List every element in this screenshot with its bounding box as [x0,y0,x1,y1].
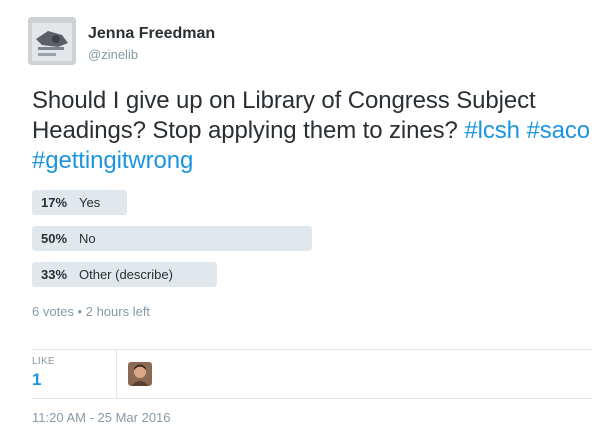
poll-option-percent: 33% [41,267,68,282]
poll-option: 17% Yes [32,190,592,215]
poll-option-label: 17% Yes [41,195,100,210]
stats-bottom-divider [32,398,592,399]
author-handle[interactable]: @zinelib [88,47,138,62]
poll-vote-count: 6 votes [32,304,74,319]
poll-option-label: 33% Other (describe) [41,267,173,282]
tweet-body-text: Should I give up on Library of Congress … [32,87,536,144]
poll-option-text: No [79,231,96,246]
poll: 17% Yes 50% No 33% Other (describe) [32,190,592,298]
poll-meta: 6 votes • 2 hours left [32,304,150,319]
poll-option-label: 50% No [41,231,96,246]
tweet-timestamp[interactable]: 11:20 AM - 25 Mar 2016 [32,410,171,425]
like-label: LIKE [32,356,55,367]
poll-option-text: Other (describe) [79,267,173,282]
author-name[interactable]: Jenna Freedman [88,25,215,43]
poll-meta-separator: • [77,304,83,319]
poll-option: 33% Other (describe) [32,262,592,287]
hashtag-saco[interactable]: #saco [527,117,591,144]
poll-option-text: Yes [79,195,101,210]
hashtag-lcsh[interactable]: #lcsh [464,117,520,144]
avatar-image-icon [28,17,76,65]
stats-divider [116,350,117,398]
like-count[interactable]: 1 [32,370,41,390]
author-avatar[interactable] [28,17,76,65]
poll-option-percent: 17% [41,195,68,210]
liker-photo-icon [128,362,152,386]
liker-avatar[interactable] [128,362,152,386]
hashtag-gettingitwrong[interactable]: #gettingitwrong [32,147,193,174]
tweet-text: Should I give up on Library of Congress … [32,86,592,176]
poll-time-left: 2 hours left [85,304,151,319]
poll-option: 50% No [32,226,592,251]
poll-option-percent: 50% [41,231,68,246]
